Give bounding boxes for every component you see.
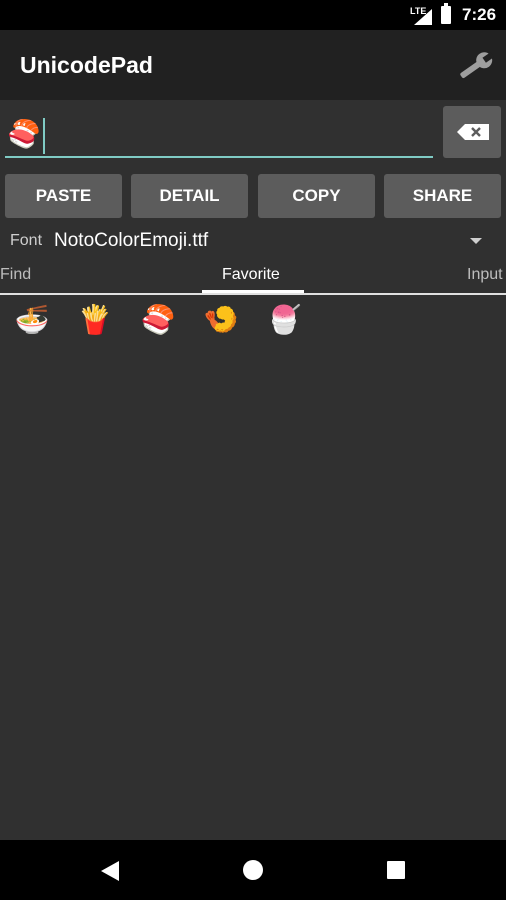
wrench-icon[interactable] xyxy=(456,50,496,82)
tab-input[interactable]: Input xyxy=(467,266,503,284)
signal-icon xyxy=(414,9,432,25)
emoji-fries[interactable]: 🍟 xyxy=(75,300,115,340)
back-icon[interactable] xyxy=(101,861,119,881)
battery-icon xyxy=(441,3,451,24)
tab-divider xyxy=(0,293,506,295)
emoji-ramen[interactable]: 🍜 xyxy=(12,300,52,340)
detail-button[interactable]: DETAIL xyxy=(131,174,248,218)
text-cursor xyxy=(43,118,45,154)
dropdown-arrow-icon xyxy=(470,238,482,244)
navigation-bar xyxy=(0,840,506,900)
copy-button[interactable]: COPY xyxy=(258,174,375,218)
favorites-grid: 🍜 🍟 🍣 🍤 🍧 xyxy=(0,300,506,344)
tab-favorite[interactable]: Favorite xyxy=(222,266,280,284)
recent-apps-icon[interactable] xyxy=(387,861,405,879)
emoji-shrimp[interactable]: 🍤 xyxy=(201,300,241,340)
font-selector[interactable]: Font NotoColorEmoji.ttf xyxy=(0,228,506,256)
backspace-button[interactable] xyxy=(443,106,501,158)
app-bar: UnicodePad xyxy=(0,30,506,100)
tab-find[interactable]: Find xyxy=(0,266,31,284)
backspace-icon xyxy=(457,124,489,140)
font-value: NotoColorEmoji.ttf xyxy=(54,230,209,251)
share-button[interactable]: SHARE xyxy=(384,174,501,218)
status-time: 7:26 xyxy=(462,5,497,24)
emoji-sushi[interactable]: 🍣 xyxy=(138,300,178,340)
input-row: 🍣 xyxy=(0,100,506,166)
text-input-value: 🍣 xyxy=(7,119,41,149)
status-bar: LTE 7:26 xyxy=(0,0,506,30)
font-label: Font xyxy=(10,232,43,249)
home-icon[interactable] xyxy=(243,860,263,880)
text-input[interactable]: 🍣 xyxy=(5,112,433,158)
emoji-shaved-ice[interactable]: 🍧 xyxy=(264,300,304,340)
tab-bar: Find Favorite Input xyxy=(0,262,506,294)
paste-button[interactable]: PASTE xyxy=(5,174,122,218)
app-title: UnicodePad xyxy=(20,52,153,78)
